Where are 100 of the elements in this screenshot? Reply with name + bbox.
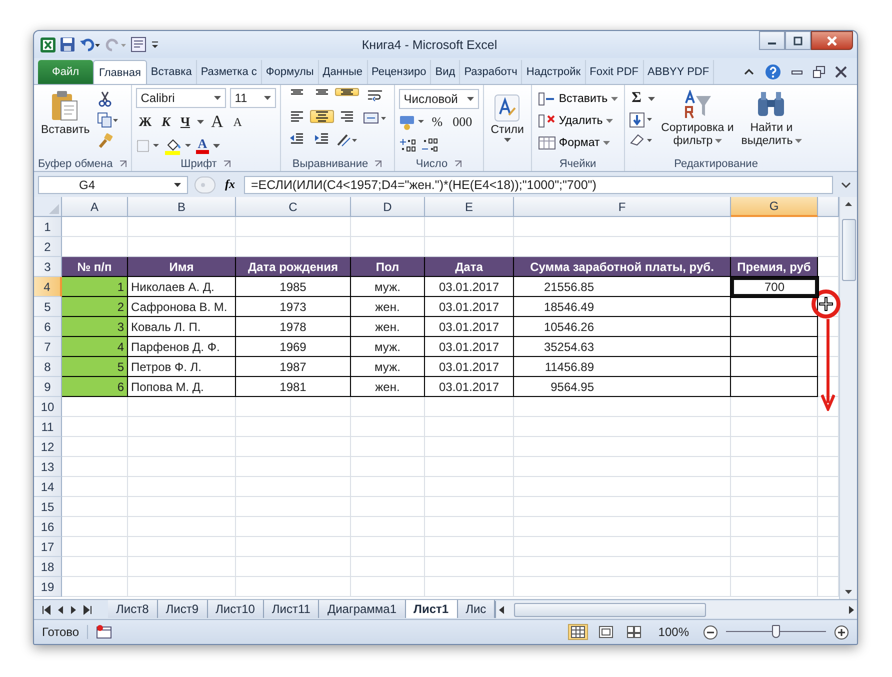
vertical-scrollbar[interactable] bbox=[839, 197, 857, 599]
table-cell[interactable]: жен. bbox=[351, 297, 425, 317]
alignment-button[interactable] bbox=[334, 132, 359, 148]
table-cell[interactable]: муж. bbox=[351, 357, 425, 377]
dialog-launcher-icon[interactable] bbox=[374, 160, 382, 168]
last-sheet-icon[interactable] bbox=[82, 604, 94, 616]
decrease-decimal-icon[interactable] bbox=[420, 138, 439, 154]
column-heading-cell[interactable]: Премия, руб bbox=[731, 257, 818, 277]
table-cell[interactable]: муж. bbox=[351, 277, 425, 297]
name-box[interactable]: G4 bbox=[38, 176, 188, 194]
row-header[interactable]: 1 bbox=[34, 217, 62, 237]
column-heading-cell[interactable]: Пол bbox=[351, 257, 425, 277]
table-cell[interactable]: 11456.89 bbox=[514, 357, 731, 377]
table-cell[interactable] bbox=[731, 297, 818, 317]
close-button[interactable] bbox=[811, 31, 853, 50]
row-header[interactable]: 19 bbox=[34, 577, 62, 597]
table-cell[interactable]: Коваль Л. П. bbox=[128, 317, 236, 337]
horizontal-scrollbar[interactable] bbox=[495, 601, 857, 618]
select-all-corner[interactable] bbox=[34, 197, 62, 217]
sheet-tab[interactable]: Лист10 bbox=[208, 600, 264, 618]
cells-button[interactable]: Удалить bbox=[536, 110, 615, 131]
formula-field[interactable]: =ЕСЛИ(ИЛИ(C4<1957;D4="жен.")*(НЕ(E4<18));"1000";"700") bbox=[244, 176, 833, 194]
scroll-thumb[interactable] bbox=[514, 602, 706, 616]
row-header[interactable]: 14 bbox=[34, 477, 62, 497]
minimize-button[interactable] bbox=[759, 31, 785, 50]
row-header[interactable]: 6 bbox=[34, 317, 62, 337]
view-button[interactable] bbox=[568, 624, 588, 640]
sheet-tab[interactable]: Диаграмма1 bbox=[319, 600, 406, 618]
row-header[interactable]: 3 bbox=[34, 257, 62, 277]
sort-filter-button[interactable]: Сортировка и фильтр bbox=[659, 88, 736, 148]
column-heading-cell[interactable]: Имя bbox=[128, 257, 236, 277]
fill-color-icon[interactable] bbox=[164, 136, 192, 155]
table-cell[interactable]: 2 bbox=[62, 297, 128, 317]
row-header[interactable]: 7 bbox=[34, 337, 62, 357]
collapse-ribbon-icon[interactable] bbox=[743, 67, 755, 77]
sheet-tab[interactable]: Лис bbox=[458, 600, 496, 618]
row-header[interactable]: 11 bbox=[34, 417, 62, 437]
row-header[interactable]: 17 bbox=[34, 537, 62, 557]
underline-button[interactable]: Ч bbox=[177, 114, 193, 130]
save-icon[interactable] bbox=[60, 37, 75, 52]
table-cell[interactable]: 03.01.2017 bbox=[425, 277, 514, 297]
table-cell[interactable]: жен. bbox=[351, 377, 425, 397]
first-sheet-icon[interactable] bbox=[40, 604, 52, 616]
form-icon[interactable] bbox=[131, 37, 146, 52]
table-cell[interactable]: 10546.26 bbox=[514, 317, 731, 337]
column-header[interactable]: G bbox=[731, 197, 818, 217]
column-header[interactable]: D bbox=[351, 197, 425, 217]
table-cell[interactable]: 1969 bbox=[236, 337, 351, 357]
table-cell[interactable]: Попова М. Д. bbox=[128, 377, 236, 397]
font-size-field[interactable]: 11 bbox=[230, 88, 276, 108]
table-cell[interactable]: 1978 bbox=[236, 317, 351, 337]
table-cell[interactable]: 1987 bbox=[236, 357, 351, 377]
column-heading-cell[interactable]: Дата рождения bbox=[236, 257, 351, 277]
maximize-button[interactable] bbox=[785, 31, 811, 50]
row-header[interactable]: 8 bbox=[34, 357, 62, 377]
column-header[interactable]: A bbox=[62, 197, 128, 217]
alignment-button[interactable] bbox=[310, 110, 334, 123]
table-cell[interactable]: 03.01.2017 bbox=[425, 377, 514, 397]
table-cell[interactable]: 4 bbox=[62, 337, 128, 357]
row-header[interactable]: 12 bbox=[34, 437, 62, 457]
table-cell[interactable]: Петров Ф. Л. bbox=[128, 357, 236, 377]
thousands-separator-button[interactable]: 000 bbox=[450, 114, 476, 130]
row-header[interactable]: 15 bbox=[34, 497, 62, 517]
table-cell[interactable] bbox=[731, 377, 818, 397]
table-cell[interactable] bbox=[731, 357, 818, 377]
table-cell[interactable] bbox=[731, 317, 818, 337]
table-cell[interactable]: жен. bbox=[351, 317, 425, 337]
macro-record-icon[interactable] bbox=[96, 625, 112, 639]
dialog-launcher-icon[interactable] bbox=[118, 160, 127, 168]
dialog-launcher-icon[interactable] bbox=[454, 160, 462, 168]
column-header[interactable]: B bbox=[128, 197, 236, 217]
close-icon[interactable] bbox=[835, 66, 847, 78]
row-header[interactable]: 16 bbox=[34, 517, 62, 537]
format-painter-icon[interactable] bbox=[96, 133, 113, 149]
currency-icon[interactable] bbox=[398, 114, 425, 130]
cells-button[interactable]: Формат bbox=[536, 132, 612, 153]
column-header[interactable]: F bbox=[514, 197, 731, 217]
table-cell[interactable]: 03.01.2017 bbox=[425, 337, 514, 357]
help-icon[interactable] bbox=[765, 64, 781, 80]
cut-icon[interactable] bbox=[96, 91, 113, 107]
dropdown-arrow-icon[interactable] bbox=[213, 144, 220, 148]
insert-function-button[interactable]: fx bbox=[222, 177, 238, 192]
table-cell[interactable]: 03.01.2017 bbox=[425, 297, 514, 317]
percent-button[interactable]: % bbox=[428, 114, 446, 130]
row-header[interactable]: 9 bbox=[34, 377, 62, 397]
row-header[interactable]: 5 bbox=[34, 297, 62, 317]
autosum-button[interactable]: Σ bbox=[628, 90, 644, 107]
row-header[interactable]: 18 bbox=[34, 557, 62, 577]
table-cell[interactable]: Николаев А. Д. bbox=[128, 277, 236, 297]
cells-button[interactable]: Вставить bbox=[536, 88, 620, 109]
table-cell[interactable] bbox=[731, 337, 818, 357]
row-header[interactable]: 13 bbox=[34, 457, 62, 477]
table-cell[interactable]: 1 bbox=[62, 277, 128, 297]
find-select-button[interactable]: Найти и выделить bbox=[739, 88, 804, 148]
table-cell[interactable]: 5 bbox=[62, 357, 128, 377]
table-cell[interactable]: Парфенов Д. Ф. bbox=[128, 337, 236, 357]
dropdown-arrow-icon[interactable] bbox=[196, 120, 204, 124]
sheet-tab[interactable]: Лист1 bbox=[406, 600, 458, 618]
ribbon-tab[interactable]: Главная bbox=[93, 60, 147, 84]
restore-icon[interactable] bbox=[813, 66, 825, 78]
